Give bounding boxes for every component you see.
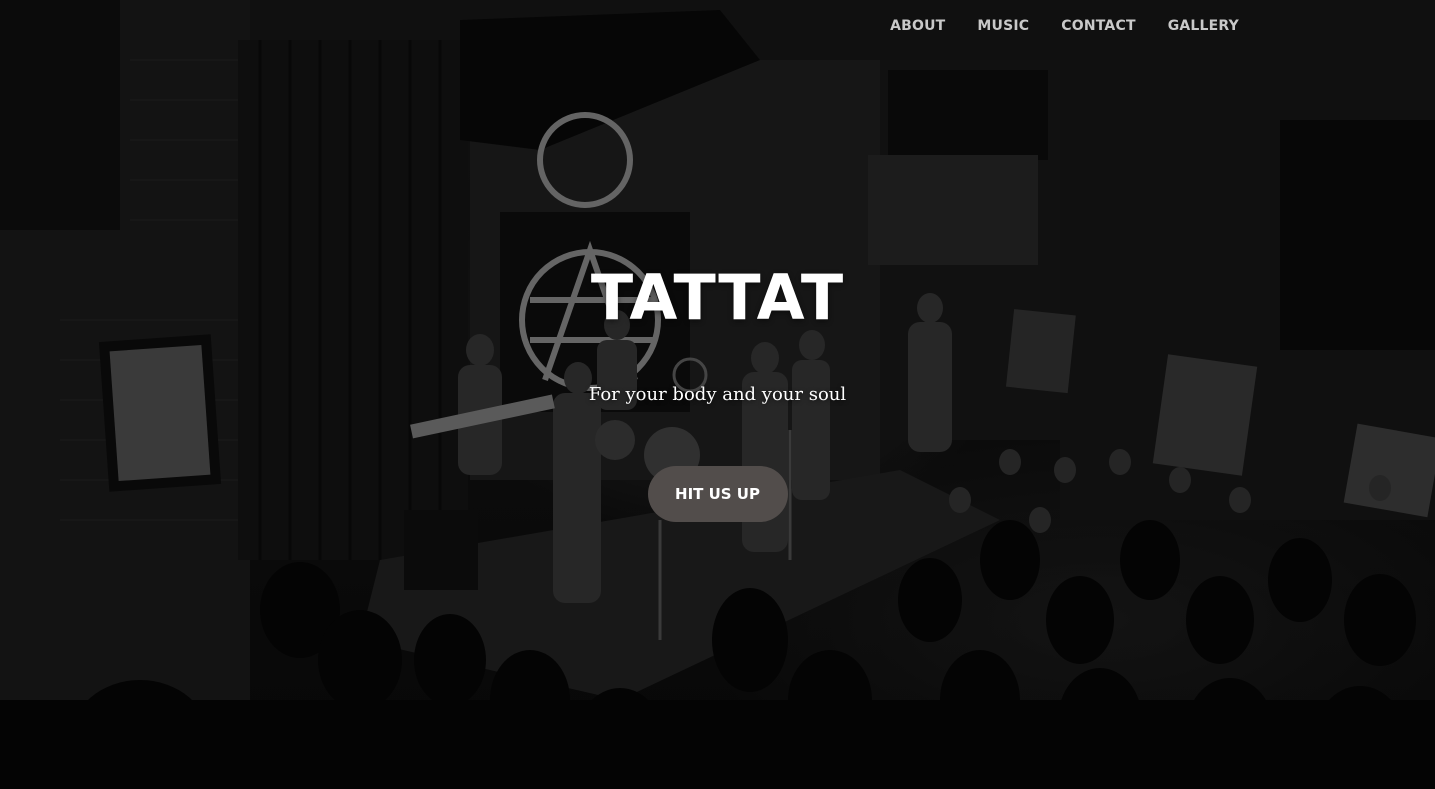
hero-section: ABOUT MUSIC CONTACT GALLERY TATTAT For y… [0,0,1435,789]
nav-link-music[interactable]: MUSIC [961,14,1045,38]
nav-link-contact[interactable]: CONTACT [1045,14,1151,38]
hero-title: TATTAT [590,261,845,334]
hero-content: TATTAT For your body and your soul HIT U… [0,258,1435,522]
nav-link-about[interactable]: ABOUT [874,14,961,38]
top-nav: ABOUT MUSIC CONTACT GALLERY [874,14,1255,38]
hit-us-up-button[interactable]: HIT US UP [647,466,788,522]
nav-link-gallery[interactable]: GALLERY [1152,14,1255,38]
hero-subtitle: For your body and your soul [588,384,847,405]
